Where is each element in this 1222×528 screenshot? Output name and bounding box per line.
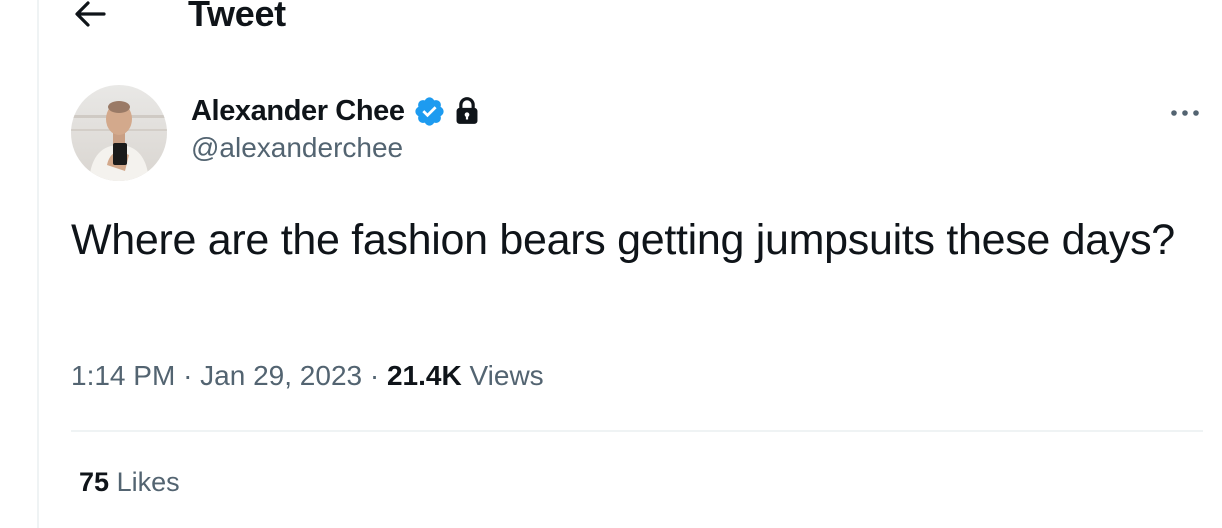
page-header: Tweet xyxy=(0,0,1222,36)
meta-separator: · xyxy=(369,360,380,391)
likes-link[interactable]: 75 Likes xyxy=(79,467,180,498)
author-name-row: Alexander Chee xyxy=(191,92,482,130)
tweet-detail-page: Tweet Alexander Chee @alexanderchee Wher… xyxy=(0,0,1222,528)
arrow-left-icon xyxy=(75,1,106,27)
avatar[interactable] xyxy=(71,85,167,181)
likes-count: 75 xyxy=(79,467,110,497)
page-title: Tweet xyxy=(188,0,286,34)
verified-badge-icon xyxy=(415,96,444,126)
divider xyxy=(71,430,1203,432)
views-label: Views xyxy=(469,360,544,391)
tweet-date[interactable]: Jan 29, 2023 xyxy=(200,360,362,391)
back-button[interactable] xyxy=(70,0,110,34)
user-avatar-photo xyxy=(71,85,167,181)
author-handle[interactable]: @alexanderchee xyxy=(191,132,482,164)
author-display-name[interactable]: Alexander Chee xyxy=(191,95,405,128)
lock-icon xyxy=(456,97,478,124)
tweet-metadata: 1:14 PM · Jan 29, 2023 · 21.4K Views xyxy=(71,360,544,392)
tweet-time[interactable]: 1:14 PM xyxy=(71,360,175,391)
column-border xyxy=(37,0,39,528)
more-options-button[interactable] xyxy=(1166,98,1206,128)
tweet-text: Where are the fashion bears getting jump… xyxy=(71,216,1175,264)
meta-separator: · xyxy=(183,360,193,391)
likes-label: Likes xyxy=(116,467,180,497)
more-horizontal-icon xyxy=(1171,110,1199,116)
views-count: 21.4K xyxy=(386,360,462,391)
tweet-author: Alexander Chee @alexanderchee xyxy=(191,92,482,164)
